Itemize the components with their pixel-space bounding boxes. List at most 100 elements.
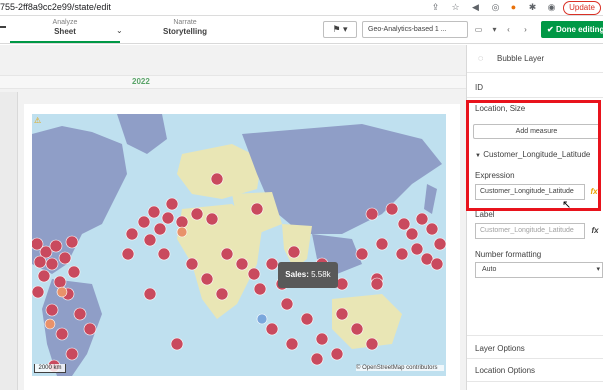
bubble	[45, 257, 59, 271]
chevron-down-icon: ▾	[343, 24, 348, 34]
bubble	[65, 347, 79, 361]
tab-storytelling-label: Storytelling	[162, 27, 207, 36]
bookmark-icon: ⚑	[332, 24, 341, 34]
bubble-layer-icon: ◌	[478, 53, 484, 63]
bubble-highlight	[44, 318, 56, 330]
extension-icon[interactable]: ◎	[490, 2, 501, 13]
bubble	[65, 235, 79, 249]
bubble	[300, 312, 314, 326]
bubble	[330, 347, 344, 361]
bubble	[220, 247, 234, 261]
bubble	[73, 307, 87, 321]
bubble	[265, 322, 279, 336]
bubble	[205, 212, 219, 226]
bubble	[415, 212, 429, 226]
bubble	[161, 211, 175, 225]
bubble-highlight	[56, 286, 68, 298]
map-tooltip: Sales: 5.58k	[278, 262, 338, 288]
done-editing-button[interactable]: ✔ Done editing	[541, 21, 603, 38]
land-greenland	[117, 114, 167, 154]
bubble	[370, 277, 384, 291]
bubble	[397, 217, 411, 231]
year-filter-bar[interactable]: 2022	[0, 75, 466, 89]
id-section-label[interactable]: ID	[475, 83, 483, 92]
canvas-ruler	[0, 92, 18, 390]
next-sheet-icon[interactable]: ›	[517, 21, 534, 38]
extension-arrow-icon[interactable]: ◀	[470, 2, 481, 13]
share-icon[interactable]: ⇪	[430, 2, 441, 13]
tooltip-label: Sales:	[285, 270, 309, 279]
tab-storytelling-sub: Narrate	[173, 19, 197, 26]
bubble	[210, 172, 224, 186]
mouse-cursor-icon: ↖	[562, 199, 572, 211]
divider	[467, 97, 603, 98]
sheet-selector[interactable]: Geo-Analytics-based 1 ...	[362, 21, 468, 38]
bubble	[250, 202, 264, 216]
label-label: Label	[475, 210, 495, 219]
fx-icon[interactable]: fx	[587, 223, 603, 239]
tooltip-value: 5.58k	[311, 270, 331, 279]
label-field[interactable]: Customer_Longitude_Latitude	[475, 223, 585, 239]
bubble	[147, 205, 161, 219]
location-options-section[interactable]: Location Options	[475, 366, 535, 375]
bubble	[53, 275, 67, 289]
browser-chrome: 755-2ff8a9cc2e99/state/edit ⇪ ☆ ◀ ◎ ● ✱ …	[0, 0, 603, 16]
highlight-box	[466, 100, 601, 211]
bubble	[37, 269, 51, 283]
land-japan	[424, 184, 437, 214]
bubble	[315, 332, 329, 346]
map-svg	[32, 114, 446, 376]
bubble	[350, 322, 364, 336]
divider	[467, 335, 603, 336]
number-formatting-value: Auto	[482, 266, 497, 273]
panel-title: Bubble Layer	[497, 54, 545, 63]
map-scale: 2000 km	[34, 364, 66, 373]
previous-sheet-icon[interactable]: ‹	[500, 21, 517, 38]
bubble	[235, 257, 249, 271]
bubble	[285, 337, 299, 351]
address-bar-url[interactable]: 755-2ff8a9cc2e99/state/edit	[0, 2, 111, 12]
bubble	[125, 227, 139, 241]
tab-sheet[interactable]: Analyze Sheet	[10, 19, 120, 43]
bubble	[395, 247, 409, 261]
bubble	[280, 297, 294, 311]
bubble	[385, 202, 399, 216]
bubble	[200, 272, 214, 286]
update-button[interactable]: Update	[563, 1, 601, 15]
bubble	[153, 222, 167, 236]
number-formatting-label: Number formatting	[475, 250, 542, 259]
sheet-list-icon[interactable]: ▭	[470, 21, 487, 38]
bubble	[67, 265, 81, 279]
star-icon[interactable]: ☆	[450, 2, 461, 13]
bubble	[32, 285, 45, 299]
number-formatting-select[interactable]: Auto ▾	[475, 262, 603, 278]
bubble	[185, 257, 199, 271]
bookmark-button[interactable]: ⚑ ▾	[323, 21, 357, 38]
bubble	[410, 242, 424, 256]
bubble	[170, 337, 184, 351]
map-chart[interactable]	[32, 114, 446, 376]
tab-storytelling[interactable]: Narrate Storytelling	[130, 19, 240, 36]
chevron-down-icon[interactable]: ⌄	[116, 26, 123, 35]
bubble	[355, 247, 369, 261]
bubble	[375, 237, 389, 251]
bubble	[310, 352, 324, 366]
bubble-highlight	[176, 226, 188, 238]
avatar[interactable]: ◉	[546, 2, 557, 13]
bubble	[55, 327, 69, 341]
bubble	[215, 287, 229, 301]
bubble	[121, 247, 135, 261]
done-editing-label: Done editing	[555, 25, 603, 34]
toolbar-left-edge	[0, 26, 6, 28]
puzzle-icon[interactable]: ✱	[527, 2, 538, 13]
bubble	[58, 251, 72, 265]
bubble	[83, 322, 97, 336]
bubble	[430, 257, 444, 271]
layer-options-section[interactable]: Layer Options	[475, 344, 525, 353]
map-attribution[interactable]: © OpenStreetMap contributors	[356, 365, 444, 371]
bubble	[175, 215, 189, 229]
extension-orange-icon[interactable]: ●	[508, 2, 519, 13]
tab-sheet-label: Sheet	[54, 27, 76, 36]
warning-icon[interactable]: ⚠	[34, 116, 41, 125]
bubble	[265, 257, 279, 271]
